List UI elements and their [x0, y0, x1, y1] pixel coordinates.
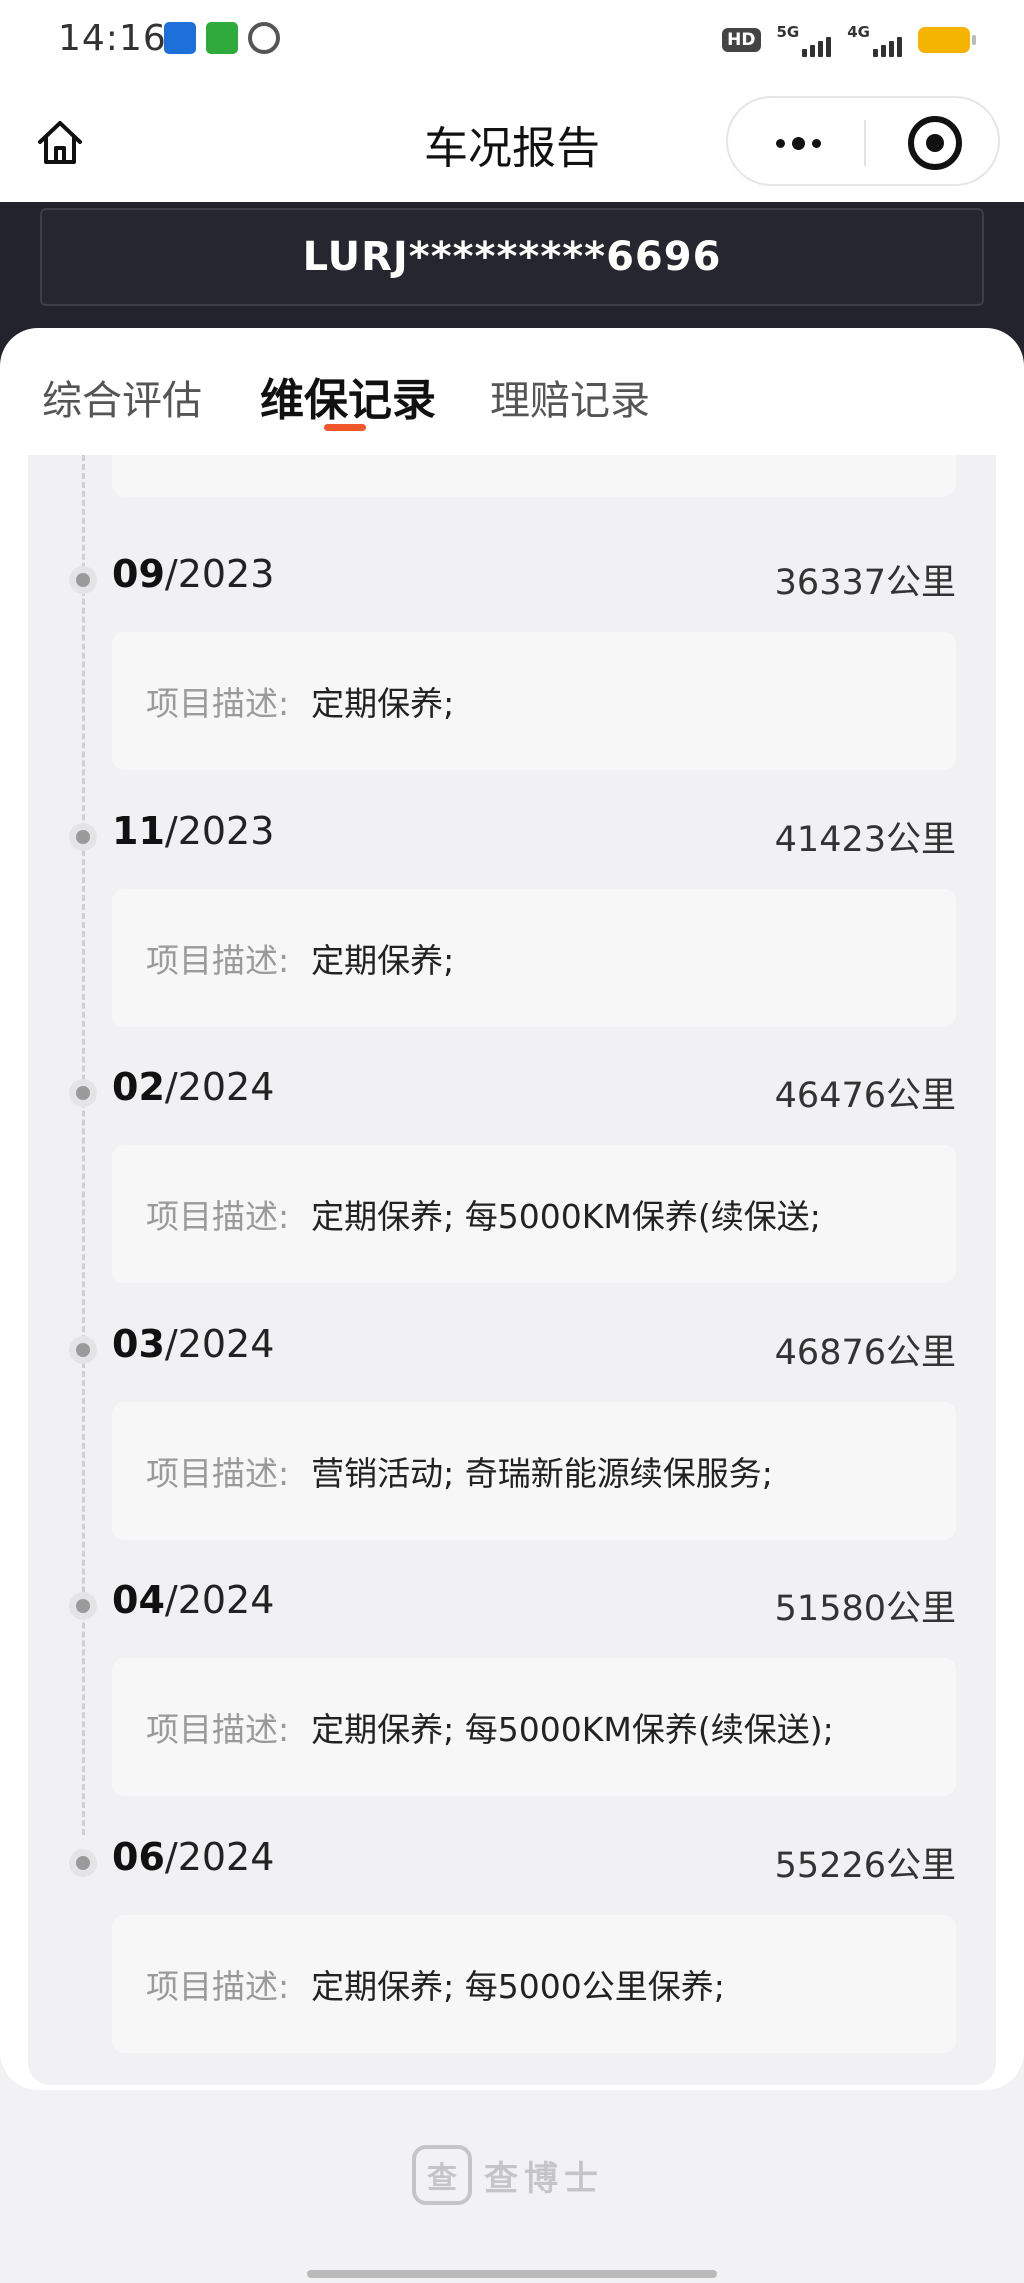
record-mileage: 46876公里	[774, 1333, 956, 1373]
status-bar: 14:16 HD 5G 4G	[0, 0, 1024, 82]
list-item: 06/2024 55226公里 项目描述: 定期保养; 每5000公里保养;	[0, 1823, 1024, 2068]
list-item: 11/2023 41423公里 项目描述: 定期保养;	[0, 797, 1024, 1042]
vin-number: LURJ*********6696	[302, 234, 722, 280]
mini-program-capsule	[726, 96, 1000, 186]
vin-box: LURJ*********6696	[40, 208, 984, 306]
target-close-icon	[926, 134, 944, 152]
record-description: 项目描述: 营销活动; 奇瑞新能源续保服务;	[112, 1402, 956, 1540]
hd-icon: HD	[722, 28, 761, 52]
status-indicators: HD 5G 4G	[722, 20, 976, 60]
signal-5g-icon: 5G	[777, 23, 832, 57]
timeline-dot	[69, 1079, 97, 1107]
guazi-app-icon	[206, 22, 238, 54]
record-mileage: 51580公里	[774, 1589, 956, 1629]
timeline-dot	[69, 1849, 97, 1877]
status-time: 14:16	[58, 18, 167, 59]
record-mileage: 41423公里	[774, 820, 956, 860]
timeline-dot	[69, 1336, 97, 1364]
brand-name: 查博士	[484, 2158, 604, 2199]
title-bar: 车况报告	[0, 82, 1024, 202]
capsule-divider	[864, 120, 866, 166]
chaboshi-logo-icon: 查	[412, 2145, 472, 2205]
close-button[interactable]	[908, 116, 962, 170]
record-description: 项目描述: 定期保养; 每5000公里保养;	[112, 1915, 956, 2053]
record-date: 06/2024	[112, 1835, 275, 1879]
timeline-dot	[69, 1592, 97, 1620]
record-description: 项目描述: 定期保养;	[112, 632, 956, 770]
record-date: 04/2024	[112, 1578, 275, 1622]
more-button[interactable]	[758, 118, 838, 168]
battery-icon	[918, 27, 976, 53]
app-notification-icon	[164, 22, 196, 54]
record-mileage: 46476公里	[774, 1076, 956, 1116]
record-date: 02/2024	[112, 1065, 275, 1109]
record-date: 03/2024	[112, 1322, 275, 1366]
timeline-dot	[69, 823, 97, 851]
tab-overall-assessment[interactable]: 综合评估	[42, 368, 202, 426]
record-date: 09/2023	[112, 552, 275, 596]
timeline-dot	[69, 566, 97, 594]
active-tab-indicator	[324, 424, 366, 431]
more-dots-icon	[775, 138, 785, 148]
record-description: 项目描述: 定期保养;	[112, 889, 956, 1027]
record-description: 项目描述: 定期保养; 每5000KM保养(续保送);	[112, 1658, 956, 1796]
list-item: 03/2024 46876公里 项目描述: 营销活动; 奇瑞新能源续保服务;	[0, 1310, 1024, 1555]
list-item: 04/2024 51580公里 项目描述: 定期保养; 每5000KM保养(续保送…	[0, 1566, 1024, 1811]
tab-maintenance-records[interactable]: 维保记录	[260, 364, 436, 428]
page: 14:16 HD 5G 4G 车况报告 LURJ*********6696 综合…	[0, 0, 1024, 2283]
record-description: 项目描述: 定期保养; 每5000KM保养(续保送;	[112, 1145, 956, 1283]
previous-record-desc	[112, 455, 956, 497]
home-indicator-bar[interactable]	[307, 2270, 717, 2278]
sync-icon	[248, 22, 280, 54]
list-item: 09/2023 36337公里 项目描述: 定期保养;	[0, 540, 1024, 785]
list-item: 02/2024 46476公里 项目描述: 定期保养; 每5000KM保养(续保送…	[0, 1053, 1024, 1298]
record-mileage: 55226公里	[774, 1846, 956, 1886]
signal-4g-icon: 4G	[847, 23, 902, 57]
record-date: 11/2023	[112, 809, 275, 853]
tab-bar: 综合评估 维保记录 理赔记录	[0, 328, 1024, 438]
tab-claim-records[interactable]: 理赔记录	[490, 368, 650, 426]
chaboshi-watermark-logo: 查 查博士	[412, 2140, 612, 2210]
record-mileage: 36337公里	[774, 563, 956, 603]
